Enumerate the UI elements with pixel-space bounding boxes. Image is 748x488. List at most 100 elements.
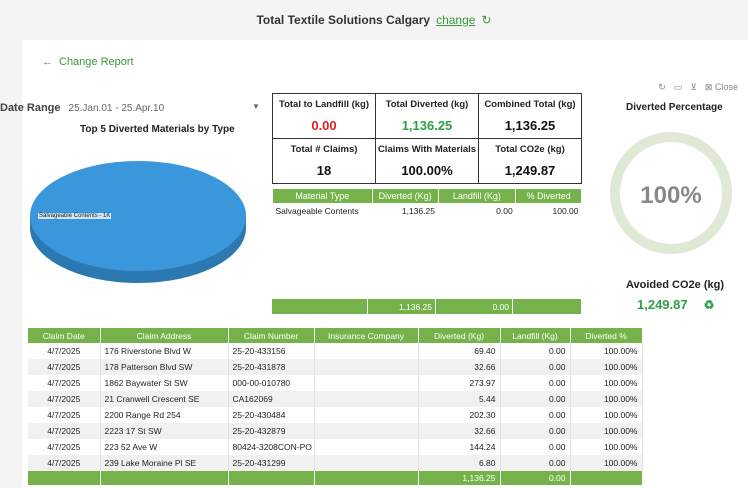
insurance-company: [314, 407, 419, 423]
claim-number: 25-20-431878: [228, 359, 315, 375]
kpi-value: 1,136.25: [504, 118, 556, 133]
claim-diverted: 32.66: [418, 423, 501, 439]
kpi-total-diverted: Total Diverted (kg) 1,136.25: [375, 93, 479, 139]
table-row[interactable]: 4/7/2025 2223 17 St SW 25-20-432879 32.66 0.…: [28, 423, 643, 439]
claim-diverted: 6.80: [418, 455, 501, 471]
table-row[interactable]: 4/7/2025 176 Riverstone Blvd W 25-20-43315…: [28, 343, 643, 359]
claim-address: 176 Riverstone Blvd W: [100, 343, 229, 359]
kpi-combined-total: Combined Total (kg) 1,136.25: [478, 93, 582, 139]
footer-landfill: 0.00: [436, 299, 513, 314]
kpi-grid: Total to Landfill (kg) 0.00 Total Divert…: [272, 93, 582, 184]
claim-address: 239 Lake Moraine Pl SE: [100, 455, 229, 471]
refresh-icon[interactable]: ↻: [481, 13, 491, 27]
claim-address: 2200 Range Rd 254: [100, 407, 229, 423]
diverted-materials-pie: [30, 161, 246, 283]
column-header[interactable]: Insurance Company: [314, 328, 419, 343]
column-header[interactable]: Claim Date: [28, 328, 101, 343]
footer-cell: [272, 299, 368, 314]
material-pct: 100.00: [552, 205, 579, 216]
export-icon[interactable]: ▭: [674, 82, 683, 93]
claim-date: 4/7/2025: [28, 439, 101, 455]
footer-cell: [570, 471, 643, 485]
claim-date: 4/7/2025: [28, 391, 101, 407]
claim-landfill: 0.00: [500, 455, 571, 471]
kpi-label: Total CO2e (kg): [495, 144, 565, 155]
insurance-company: [314, 455, 419, 471]
chevron-down-icon[interactable]: ▼: [252, 102, 260, 111]
avoided-co2e: 1,249.87 ♻: [637, 297, 714, 312]
claim-diverted-pct: 100.00%: [570, 423, 643, 439]
claim-diverted: 5.44: [418, 391, 501, 407]
footer-diverted: 1,136.25: [368, 299, 436, 314]
table-row[interactable]: 4/7/2025 239 Lake Moraine Pl SE 25-20-4312…: [28, 455, 643, 471]
kpi-value: 1,136.25: [401, 118, 453, 133]
kpi-claims-with-materials: Claims With Materials 100.00%: [375, 138, 479, 184]
table-row[interactable]: 4/7/2025 223 52 Ave W 80424-3208CON-PO 144.…: [28, 439, 643, 455]
kpi-label: Combined Total (kg): [484, 99, 576, 110]
claim-address: 21 Cranwell Crescent SE: [100, 391, 229, 407]
kpi-label: Total Diverted (kg): [385, 99, 469, 110]
column-header[interactable]: Claim Address: [100, 328, 229, 343]
insurance-company: [314, 375, 419, 391]
filter-icon[interactable]: ⊻: [690, 82, 697, 93]
insurance-company: [314, 359, 419, 375]
claim-address: 2223 17 St SW: [100, 423, 229, 439]
claim-landfill: 0.00: [500, 439, 571, 455]
column-header[interactable]: Claim Number: [228, 328, 315, 343]
table-row[interactable]: 4/7/2025 1862 Baywater St SW 000-00-010780…: [28, 375, 643, 391]
kpi-label: Claims With Materials: [377, 144, 477, 155]
kpi-value: 100.00%: [401, 163, 453, 178]
material-type: Salvageable Contents: [275, 205, 359, 216]
column-header[interactable]: Material Type: [272, 188, 373, 204]
claims-footer: 1,136.25 0.00: [28, 471, 643, 485]
column-header[interactable]: Diverted (Kg): [418, 328, 501, 343]
claim-landfill: 0.00: [500, 407, 571, 423]
claim-address: 178 Patterson Blvd SW: [100, 359, 229, 375]
footer-cell: [314, 471, 419, 485]
claim-diverted-pct: 100.00%: [570, 359, 643, 375]
insurance-company: [314, 391, 419, 407]
date-range-value: 25.Jan.01 - 25.Apr.10: [68, 102, 165, 114]
claim-diverted-pct: 100.00%: [570, 439, 643, 455]
claim-date: 4/7/2025: [28, 375, 101, 391]
kpi-label: Total # Claims): [290, 144, 358, 155]
claim-diverted: 144.24: [418, 439, 501, 455]
kpi-total-co2e: Total CO2e (kg) 1,249.87: [478, 138, 582, 184]
claim-diverted-pct: 100.00%: [570, 407, 643, 423]
claim-address: 1862 Baywater St SW: [100, 375, 229, 391]
close-button[interactable]: ⊠ Close: [705, 82, 738, 93]
column-header[interactable]: Diverted %: [570, 328, 643, 343]
change-company-link[interactable]: change: [436, 13, 475, 27]
claim-landfill: 0.00: [500, 391, 571, 407]
claim-date: 4/7/2025: [28, 423, 101, 439]
date-range-label: Date Range: [0, 102, 61, 114]
claim-number: 25-20-433156: [228, 343, 315, 359]
diverted-percentage-ring: 100%: [610, 132, 732, 254]
claim-number: 80424-3208CON-PO: [228, 439, 315, 455]
table-row[interactable]: 4/7/2025 2200 Range Rd 254 25-20-430484 202…: [28, 407, 643, 423]
claim-diverted: 273.97: [418, 375, 501, 391]
table-row[interactable]: 4/7/2025 21 Cranwell Crescent SE CA162069 5…: [28, 391, 643, 407]
diverted-percentage-value: 100%: [640, 182, 701, 209]
refresh-icon[interactable]: ↻: [658, 82, 666, 93]
claim-diverted-pct: 100.00%: [570, 375, 643, 391]
diverted-percentage-title: Diverted Percentage: [626, 102, 723, 113]
close-label: Close: [714, 82, 738, 92]
claim-number: CA162069: [228, 391, 315, 407]
claim-diverted-pct: 100.00%: [570, 391, 643, 407]
column-header[interactable]: % Diverted: [515, 188, 582, 204]
column-header[interactable]: Diverted (Kg): [371, 188, 439, 204]
date-range-selector[interactable]: Date Range 25.Jan.01 - 25.Apr.10 ▼: [0, 102, 260, 114]
column-header[interactable]: Landfill (Kg): [437, 188, 517, 204]
column-header[interactable]: Landfill (Kg): [500, 328, 571, 343]
change-report-link[interactable]: ← Change Report: [42, 56, 134, 68]
claim-number: 25-20-430484: [228, 407, 315, 423]
claim-landfill: 0.00: [500, 359, 571, 375]
insurance-company: [314, 423, 419, 439]
table-row[interactable]: 4/7/2025 178 Patterson Blvd SW 25-20-43187…: [28, 359, 643, 375]
material-diverted: 1,136.25: [401, 205, 435, 216]
insurance-company: [314, 343, 419, 359]
claim-diverted: 69.40: [418, 343, 501, 359]
materials-table-footer: 1,136.25 0.00: [272, 299, 582, 314]
pie-title: Top 5 Diverted Materials by Type: [80, 124, 235, 135]
